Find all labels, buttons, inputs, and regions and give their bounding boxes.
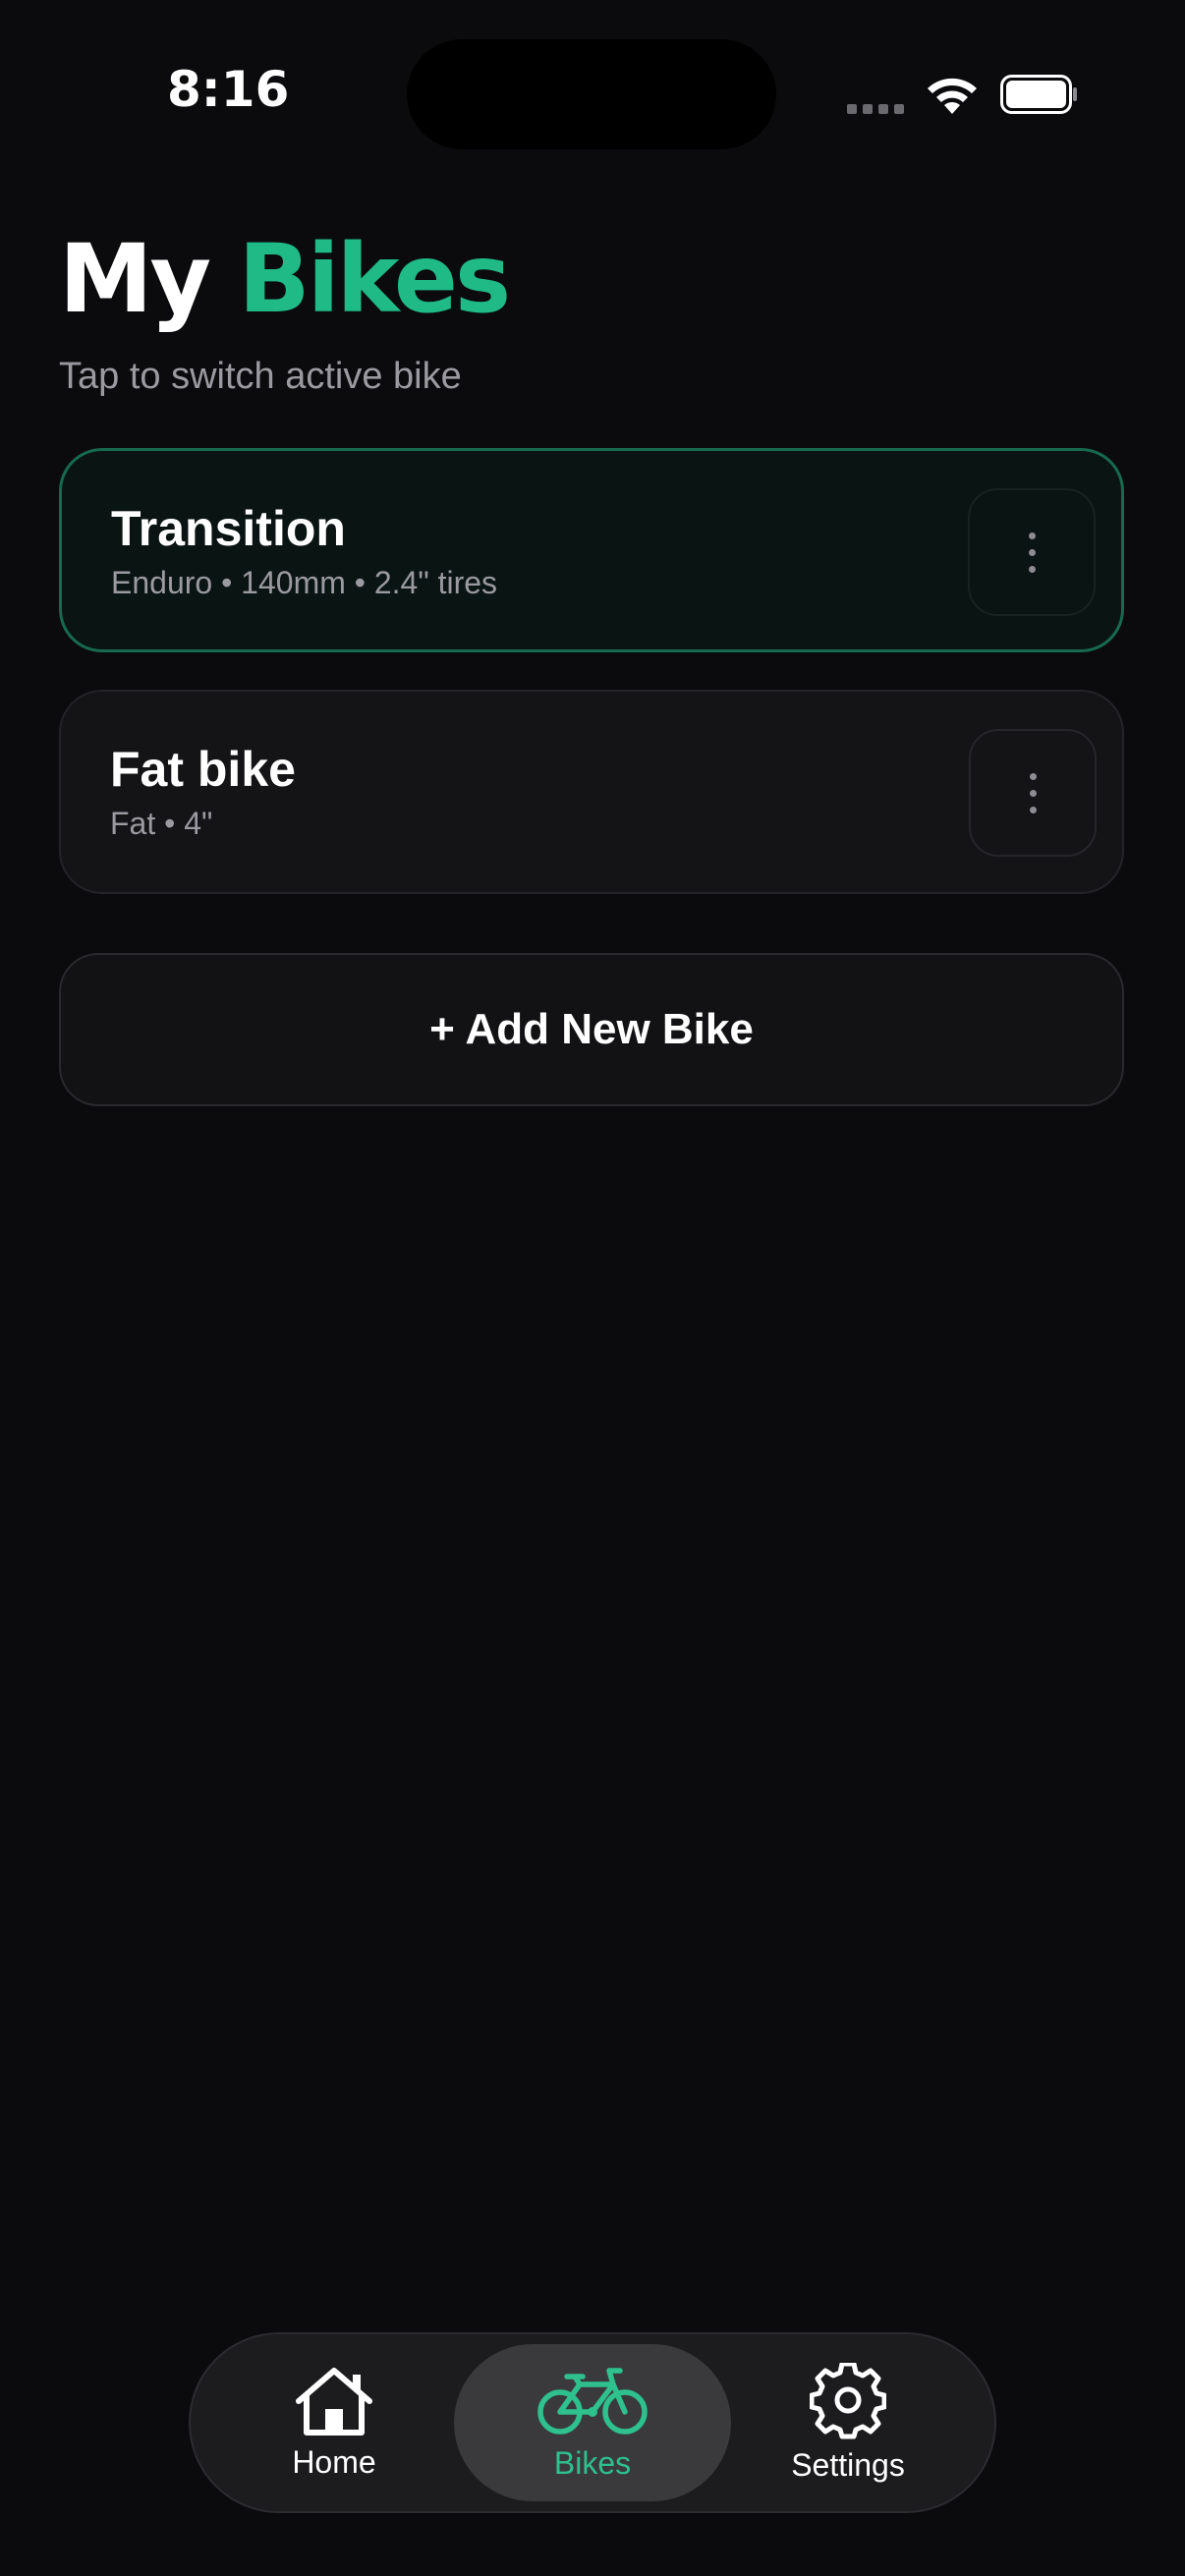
gear-icon	[810, 2362, 886, 2438]
status-time: 8:16	[167, 61, 290, 118]
bike-name: Fat bike	[110, 742, 296, 797]
tab-settings-label: Settings	[791, 2446, 905, 2483]
tab-settings[interactable]: Settings	[741, 2344, 955, 2501]
tab-home-label: Home	[292, 2443, 376, 2480]
bike-card[interactable]: Fat bike Fat • 4"	[59, 690, 1124, 894]
tab-bikes[interactable]: Bikes	[454, 2344, 731, 2501]
dynamic-island	[407, 39, 776, 149]
home-icon	[296, 2367, 372, 2436]
page-subtitle: Tap to switch active bike	[59, 356, 462, 397]
tab-bar: Home Bikes Settings	[189, 2332, 996, 2513]
tab-bikes-label: Bikes	[553, 2444, 632, 2481]
bike-options-button[interactable]	[969, 729, 1097, 857]
bike-details: Enduro • 140mm • 2.4" tires	[111, 565, 498, 600]
page-title-accent: Bikes	[238, 224, 512, 334]
more-vertical-icon	[1029, 772, 1037, 780]
bicycle-icon	[537, 2367, 648, 2435]
add-new-bike-button[interactable]: + Add New Bike	[59, 953, 1124, 1106]
bike-name: Transition	[111, 501, 346, 556]
bike-details: Fat • 4"	[110, 806, 213, 841]
more-vertical-icon	[1028, 532, 1036, 539]
tab-home[interactable]: Home	[230, 2344, 438, 2501]
bike-card-active[interactable]: Transition Enduro • 140mm • 2.4" tires	[59, 448, 1124, 652]
bike-options-button[interactable]	[968, 488, 1096, 616]
cellular-signal-icon	[847, 104, 904, 114]
page-title: My Bikes	[59, 232, 511, 326]
battery-icon	[1000, 75, 1077, 114]
page-title-prefix: My	[59, 224, 211, 334]
wifi-icon	[928, 78, 977, 114]
